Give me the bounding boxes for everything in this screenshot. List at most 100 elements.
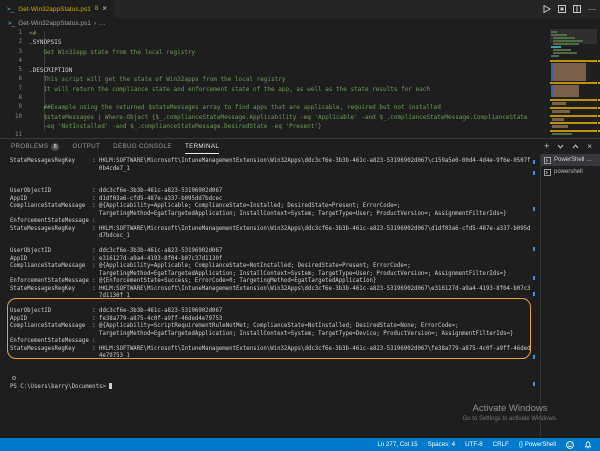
terminal-line: UserObjectID : ddc3cf6e-3b3b-461c-a823-5… bbox=[10, 248, 530, 256]
minimap-block bbox=[551, 46, 561, 48]
minimap-block bbox=[553, 52, 577, 54]
code-line[interactable]: 2 .SYNOPSIS bbox=[0, 38, 600, 47]
minimap-block bbox=[550, 107, 597, 109]
line-number: 8 bbox=[0, 94, 22, 103]
minimap-block bbox=[551, 31, 557, 33]
code-text: <# bbox=[29, 29, 36, 38]
minimap-block bbox=[550, 130, 597, 132]
feedback-smiley-icon[interactable] bbox=[566, 441, 574, 449]
code-line[interactable]: 9 ##Example using the returned $stateMes… bbox=[0, 103, 600, 112]
command-mark bbox=[533, 276, 535, 280]
panel-tab-debug-console[interactable]: DEBUG CONSOLE bbox=[113, 139, 172, 154]
code-text: $stateMessages | Where-Object {$_.compli… bbox=[29, 113, 528, 122]
minimap-block bbox=[552, 118, 564, 121]
breadcrumb[interactable]: >_ Get-Win32appStatus.ps1 › … bbox=[0, 18, 600, 29]
editor-actions: ⋯ bbox=[543, 0, 596, 18]
command-mark bbox=[533, 382, 535, 386]
breadcrumb-file[interactable]: Get-Win32appStatus.ps1 bbox=[18, 20, 91, 27]
panel-tab-label: TERMINAL bbox=[185, 143, 219, 150]
terminal-dropdown-button[interactable] bbox=[557, 144, 564, 149]
close-icon[interactable]: × bbox=[102, 5, 107, 13]
tab-get-win32appstatus[interactable]: >_ Get-Win32appStatus.ps1 8 × bbox=[0, 0, 115, 18]
status-item[interactable]: CRLF bbox=[493, 441, 509, 448]
status-item[interactable]: Spaces: 4 bbox=[428, 441, 456, 448]
minimap[interactable] bbox=[550, 29, 597, 138]
panel-tab-output[interactable]: OUTPUT bbox=[72, 139, 100, 154]
line-number: 4 bbox=[0, 57, 22, 66]
line-number: 2 bbox=[0, 38, 22, 47]
powershell-file-icon: >_ bbox=[7, 6, 14, 13]
minimap-block bbox=[553, 40, 583, 42]
terminal-line bbox=[10, 173, 530, 181]
run-button[interactable] bbox=[543, 5, 551, 13]
minimap-block bbox=[552, 133, 572, 135]
code-editor[interactable]: 1<#2 .SYNOPSIS3 Get Win32app state from t… bbox=[0, 29, 600, 138]
terminal-line: StateMessagesRegKey : HKLM:SOFTWARE\Micr… bbox=[10, 158, 530, 166]
code-line[interactable]: 10 $stateMessages | Where-Object {$_.com… bbox=[0, 113, 600, 122]
code-lines: 1<#2 .SYNOPSIS3 Get Win32app state from t… bbox=[0, 29, 600, 141]
status-item[interactable]: {} PowerShell bbox=[519, 441, 556, 448]
maximize-panel-button[interactable] bbox=[572, 144, 579, 149]
minimap-block bbox=[553, 49, 571, 51]
problems-count-badge: 8 bbox=[51, 143, 59, 151]
panel-tab-terminal[interactable]: TERMINAL bbox=[185, 139, 219, 154]
terminal-line: StateMessagesRegKey : HKLM:SOFTWARE\Micr… bbox=[10, 226, 530, 234]
code-line[interactable]: 1<# bbox=[0, 29, 600, 38]
terminal-item-label: powershell bbox=[554, 169, 583, 175]
code-line[interactable]: 3 Get Win32app state from the local regi… bbox=[0, 48, 600, 57]
status-bar: Ln 277, Col 15 Spaces: 4 UTF-8 CRLF {} Power… bbox=[0, 438, 600, 451]
minimap-block bbox=[553, 85, 579, 97]
code-text: -eq 'NotInstalled' -and $_.complianceSta… bbox=[29, 122, 322, 131]
panel-tab-problems[interactable]: PROBLEMS8 bbox=[11, 139, 59, 154]
line-number: 10 bbox=[0, 113, 22, 122]
terminal-icon bbox=[544, 157, 551, 164]
editor-tab-bar: >_ Get-Win32appStatus.ps1 8 × ⋯ bbox=[0, 0, 600, 18]
code-text: .SYNOPSIS bbox=[29, 38, 62, 47]
command-decoration-icon[interactable] bbox=[12, 376, 16, 380]
split-editor-button[interactable] bbox=[573, 5, 581, 13]
status-item[interactable]: Ln 277, Col 15 bbox=[377, 441, 417, 448]
code-line[interactable]: 6 This script will get the state of Win3… bbox=[0, 75, 600, 84]
vscode-window: >_ Get-Win32appStatus.ps1 8 × ⋯ >_ Get-W… bbox=[0, 0, 600, 451]
code-line[interactable]: 7 It will return the compliance state an… bbox=[0, 85, 600, 94]
panel-tab-bar: PROBLEMS8 OUTPUT DEBUG CONSOLE TERMINAL bbox=[0, 139, 600, 154]
more-actions-button[interactable]: ⋯ bbox=[588, 5, 596, 14]
minimap-block bbox=[550, 115, 597, 117]
breadcrumb-symbol[interactable]: … bbox=[99, 20, 106, 27]
terminal-tabs-list: PowerShell … powershell bbox=[540, 154, 600, 437]
terminal-prompt[interactable]: PS C:\Users\barry\Documents> bbox=[10, 383, 112, 391]
new-terminal-button[interactable]: + bbox=[544, 142, 549, 151]
line-number: 7 bbox=[0, 85, 22, 94]
code-line[interactable]: -eq 'NotInstalled' -and $_.complianceSta… bbox=[0, 122, 600, 131]
command-mark bbox=[533, 207, 535, 211]
open-changes-button[interactable] bbox=[558, 5, 566, 13]
line-number: 3 bbox=[0, 48, 22, 57]
panel-actions: + × bbox=[544, 139, 592, 154]
terminal-line: ComplianceStateMessage : @{Applicability… bbox=[10, 203, 530, 211]
tab-label: Get-Win32appStatus.ps1 bbox=[18, 6, 91, 13]
code-text: ##Example using the returned $stateMessa… bbox=[29, 103, 441, 112]
code-line[interactable]: 4 bbox=[0, 57, 600, 66]
code-text: This script will get the state of Win32a… bbox=[29, 75, 285, 84]
terminal-line bbox=[10, 241, 530, 249]
line-number: 9 bbox=[0, 103, 22, 112]
terminal-list-item[interactable]: powershell bbox=[541, 166, 600, 178]
terminal-line: ComplianceStateMessage : @{Applicability… bbox=[10, 263, 530, 271]
minimap-block bbox=[553, 63, 586, 81]
notifications-bell-icon[interactable] bbox=[584, 441, 592, 449]
status-item[interactable]: UTF-8 bbox=[465, 441, 483, 448]
terminal-line: StateMessagesRegKey : HKLM:SOFTWARE\Micr… bbox=[10, 286, 530, 294]
terminal-line bbox=[10, 368, 530, 376]
code-line[interactable]: 5.DESCRIPTION bbox=[0, 66, 600, 75]
minimap-block bbox=[552, 102, 566, 105]
terminal-line: UserObjectID : ddc3cf6e-3b3b-461c-a823-5… bbox=[10, 188, 530, 196]
close-panel-button[interactable]: × bbox=[587, 143, 592, 151]
terminal-output[interactable]: StateMessagesRegKey : HKLM:SOFTWARE\Micr… bbox=[0, 154, 538, 437]
panel-tab-label: OUTPUT bbox=[72, 143, 100, 150]
code-line[interactable]: 8 bbox=[0, 94, 600, 103]
terminal-line: TargetingMethod=EgatTargetedApplication;… bbox=[10, 211, 530, 219]
terminal-line: EnforcementStateMessage : bbox=[10, 218, 530, 226]
terminal-list-item[interactable]: PowerShell … bbox=[541, 154, 600, 166]
minimap-block bbox=[551, 55, 559, 57]
terminal-line: AppID : d1df03a6-cfd5-487e-a337-b095dd7b… bbox=[10, 196, 530, 204]
